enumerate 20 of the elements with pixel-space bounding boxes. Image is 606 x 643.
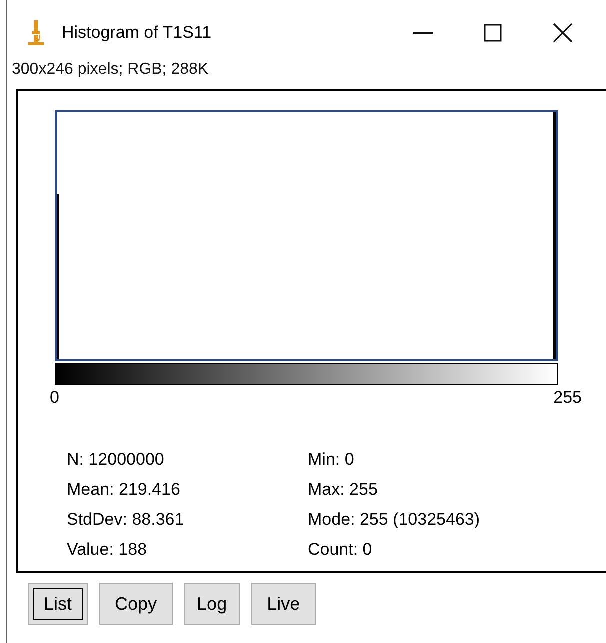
statistic-text: Value: 188 <box>67 539 148 561</box>
microscope-icon <box>27 20 45 46</box>
axis-max-label: 255 <box>554 388 582 408</box>
action-button[interactable]: List <box>28 583 88 625</box>
action-button[interactable]: Log <box>184 583 240 625</box>
statistic-text: Mode: 255 (10325463) <box>308 509 482 531</box>
statistic-text: Min: 0 <box>308 449 356 471</box>
axis-min-label: 0 <box>50 388 60 408</box>
action-button[interactable]: Copy <box>99 583 174 625</box>
action-button[interactable]: Live <box>251 583 316 625</box>
statistic-text: Count: 0 <box>308 539 374 561</box>
image-info: 300x246 pixels; RGB; 288K <box>12 61 210 80</box>
statistic-text: Max: 255 <box>308 479 379 501</box>
close-icon <box>553 22 573 42</box>
window-title: Histogram of T1S11 <box>62 22 213 42</box>
statistic-text: N: 12000000 <box>67 449 166 471</box>
statistic-text: StdDev: 88.361 <box>67 509 186 531</box>
minimize-icon <box>413 32 433 34</box>
statistic-text: Mean: 219.416 <box>67 479 182 501</box>
maximize-icon <box>484 24 502 42</box>
